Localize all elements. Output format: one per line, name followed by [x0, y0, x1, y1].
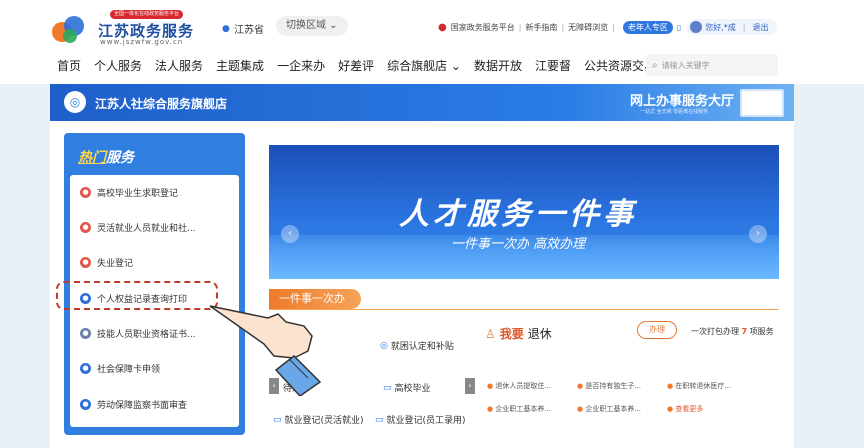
top-links: ● 国家政务服务平台 | 新手指南 | 无障碍浏览 | 老年人专区 ▯ 您好,*…	[438, 19, 777, 35]
banner-title: 人才服务一件事	[399, 197, 637, 232]
doc-icon: ▭	[375, 414, 384, 425]
main-content: 热门服务 ● 高校毕业生求职登记 ● 灵活就业人员就业和社... ● 失业登记 ● 个人…	[50, 121, 794, 448]
logo-badge: 全国一体化在线政务服务平台	[110, 10, 184, 19]
cell-employment-hire[interactable]: ▭ 就业登记(员工录用)	[375, 413, 466, 427]
retire-sub-2[interactable]: ● 是否持有独生子...	[577, 381, 641, 391]
service-icon: ●	[80, 257, 91, 268]
location: ● 江苏省	[222, 21, 264, 37]
service-icon: ●	[80, 222, 91, 233]
nav-legal[interactable]: 法人服务	[155, 57, 203, 74]
service-icon: ●	[80, 399, 91, 410]
highlight-dashed-frame	[56, 281, 218, 310]
pack-info: 一次打包办理 7 项服务	[691, 327, 774, 336]
top-link-national[interactable]: 国家政务服务平台	[451, 22, 515, 33]
retire-sub-3[interactable]: ● 在职转退休医疗...	[667, 381, 731, 391]
main-nav: 首页 个人服务 法人服务 主题集成 一企来办 好差评 综合旗舰店 ⌄ 数据开放 …	[57, 57, 656, 74]
nav-rating[interactable]: 好差评	[338, 57, 374, 74]
view-more-link[interactable]: ● 查看更多	[667, 404, 703, 414]
store-banner: ◎ 江苏人社综合服务旗舰店 网上办事服务大厅 一站式 全天候 零距离在线服务	[50, 84, 794, 121]
doc-icon: ◎	[380, 340, 388, 351]
location-pin-icon: ●	[222, 23, 230, 34]
site-logo[interactable]: 全国一体化在线政务服务平台 江苏政务服务 www.jszwfw.gov.cn	[50, 10, 210, 48]
search-icon: ⌕	[652, 59, 658, 71]
cell-hardship[interactable]: ◎ 就困认定和补贴	[380, 339, 454, 353]
service-hall-subtitle: 一站式 全天候 零距离在线服务	[640, 109, 709, 115]
nav-personal[interactable]: 个人服务	[94, 57, 142, 74]
doc-icon: ▭	[383, 382, 392, 393]
nav-home[interactable]: 首页	[57, 57, 81, 74]
retire-sub-1[interactable]: ● 退休人员提取住...	[487, 381, 551, 391]
user-pill[interactable]: 您好,*成 | 退出	[687, 19, 777, 35]
cell-graduate[interactable]: ▭ 高校毕业	[383, 381, 431, 395]
service-icon: ●	[80, 187, 91, 198]
province-label: 江苏省	[234, 25, 264, 36]
hot-item-flexible-employment[interactable]: ● 灵活就业人员就业和社...	[70, 210, 239, 245]
banner-next-icon[interactable]: ›	[749, 225, 767, 243]
nav-open-data[interactable]: 数据开放	[474, 57, 522, 74]
service-icon: ●	[80, 328, 91, 339]
hot-item-graduate[interactable]: ● 高校毕业生求职登记	[70, 175, 239, 210]
banner-subtitle: 一件事一次办 高效办理	[451, 237, 586, 252]
search-input[interactable]: ⌕ 请输入关键字	[646, 54, 778, 76]
store-logo-icon: ◎	[64, 91, 86, 113]
nav-supervise[interactable]: 江要督	[535, 57, 571, 74]
retire-title: ♙ 我要 退休	[485, 326, 552, 342]
switch-region-button[interactable]: 切换区域 ⌄	[276, 16, 348, 36]
nav-enterprise[interactable]: 一企来办	[277, 57, 325, 74]
laptop-illustration-icon	[740, 89, 784, 117]
retire-sub-5[interactable]: ● 企业职工基本养...	[577, 404, 641, 414]
logo-mark-icon	[52, 16, 84, 43]
pointing-hand-icon	[209, 305, 322, 396]
handle-button[interactable]: 办理	[637, 321, 677, 339]
banner-prev-icon[interactable]: ‹	[281, 225, 299, 243]
top-link-accessibility[interactable]: 无障碍浏览	[568, 22, 608, 33]
hot-services-title: 热门服务	[78, 150, 134, 166]
cell-employment-flexible[interactable]: ▭ 就业登记(灵活就业)	[273, 413, 364, 427]
service-icon: ●	[80, 363, 91, 374]
greeting[interactable]: 您好,*成	[705, 22, 736, 33]
search-placeholder: 请输入关键字	[661, 60, 710, 70]
cards-next-icon[interactable]: ›	[465, 378, 475, 394]
avatar	[690, 21, 703, 33]
national-emblem-icon: ●	[438, 21, 447, 33]
nav-flagship[interactable]: 综合旗舰店 ⌄	[387, 57, 461, 74]
service-hall-title[interactable]: 网上办事服务大厅	[630, 90, 734, 109]
logout-link[interactable]: 退出	[753, 22, 769, 33]
doc-icon: ▭	[273, 414, 282, 425]
top-link-guide[interactable]: 新手指南	[525, 22, 557, 33]
store-title: 江苏人社综合服务旗舰店	[95, 97, 228, 111]
site-header: 全国一体化在线政务服务平台 江苏政务服务 www.jszwfw.gov.cn ●…	[0, 0, 864, 84]
logo-domain: www.jszwfw.gov.cn	[100, 38, 184, 46]
elder-zone-button[interactable]: 老年人专区	[622, 20, 673, 34]
hot-item-unemployment[interactable]: ● 失业登记	[70, 245, 239, 280]
promo-banner[interactable]: 人才服务一件事 一件事一次办 高效办理 ‹ ›	[269, 145, 779, 279]
retire-sub-4[interactable]: ● 企业职工基本养...	[487, 404, 551, 414]
retire-person-icon: ♙	[485, 326, 496, 341]
nav-theme[interactable]: 主题集成	[216, 57, 264, 74]
mobile-icon[interactable]: ▯	[677, 23, 681, 32]
